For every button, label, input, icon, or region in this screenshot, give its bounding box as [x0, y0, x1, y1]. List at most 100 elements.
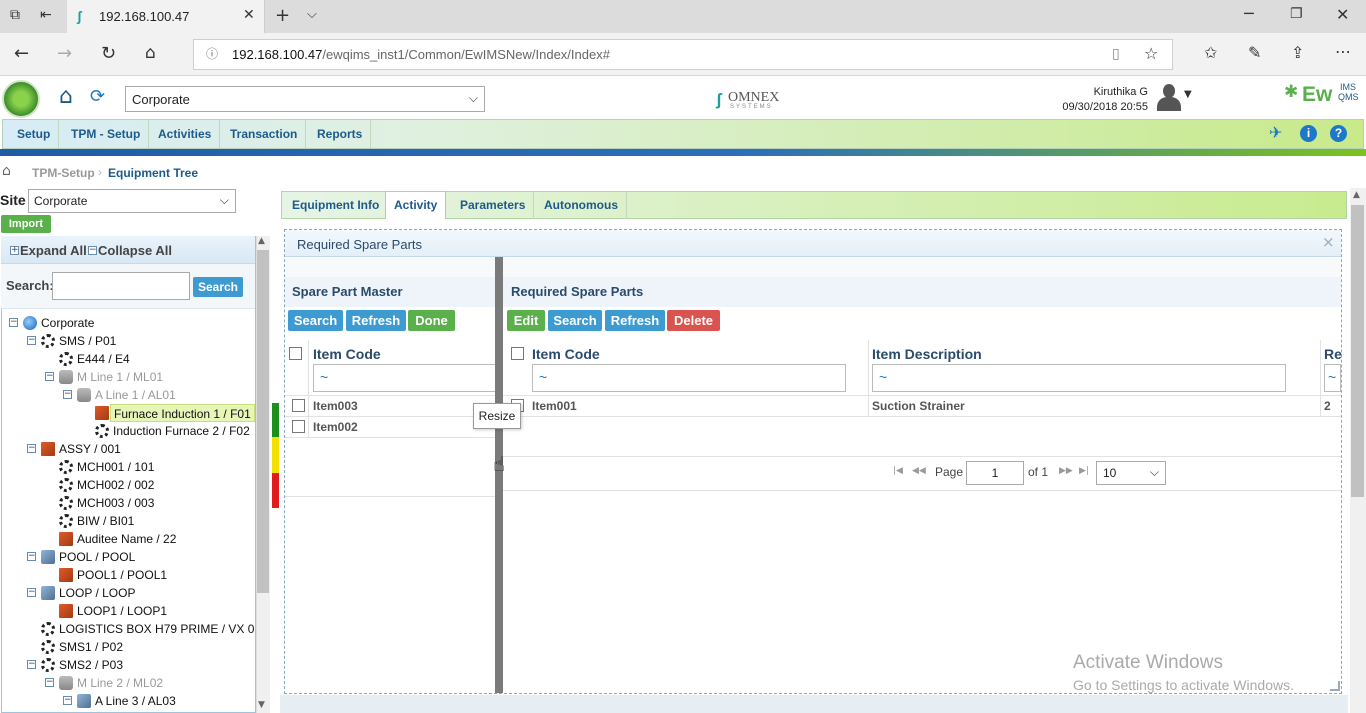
close-tab-icon[interactable]: ✕	[243, 8, 255, 22]
collapse-all-link[interactable]: Collapse All	[98, 243, 172, 258]
tree-node-label[interactable]: LOGISTICS BOX H79 PRIME / VX 01	[59, 620, 255, 638]
required-item-desc-filter[interactable]: ~	[872, 364, 1286, 392]
master-search-button[interactable]: Search	[288, 310, 343, 331]
tree-node-label[interactable]: ASSY / 001	[59, 440, 121, 458]
more-icon[interactable]: ⋯	[1335, 44, 1351, 60]
tab-list-chevron-icon[interactable]: ⌵	[307, 8, 317, 21]
set-aside-tabs-icon[interactable]: ⇤	[40, 8, 52, 22]
tree-node-label[interactable]: POOL / POOL	[59, 548, 135, 566]
tree-node-label[interactable]: MCH003 / 003	[77, 494, 154, 512]
tree-toggle-icon[interactable]: −	[63, 696, 72, 705]
tree-toggle-icon[interactable]: −	[9, 318, 18, 327]
site-select[interactable]: Corporate ⌵	[28, 189, 236, 213]
tab-equipment-info[interactable]: Equipment Info	[284, 192, 389, 219]
tree-toggle-icon[interactable]: −	[27, 444, 36, 453]
home-icon[interactable]: ⌂	[145, 45, 156, 62]
close-icon[interactable]: ×	[1322, 235, 1335, 250]
master-refresh-button[interactable]: Refresh	[346, 310, 406, 331]
tree-node-label[interactable]: A Line 3 / AL03	[95, 692, 176, 710]
tree-node-label[interactable]: Furnace Induction 1 / F01	[110, 404, 255, 422]
pager-page-input[interactable]: 1	[966, 461, 1024, 485]
master-row-checkbox[interactable]	[292, 399, 305, 412]
last-page-icon[interactable]: ▶|	[1079, 467, 1089, 476]
app-logo-icon[interactable]	[2, 80, 40, 118]
tree-node-label[interactable]: BIW / BI01	[77, 512, 134, 530]
help-icon[interactable]: ?	[1330, 125, 1347, 142]
breadcrumb-home-icon[interactable]: ⌂	[2, 164, 11, 178]
tree-toggle-icon[interactable]: −	[63, 390, 72, 399]
tree-node-label[interactable]: LOOP / LOOP	[59, 584, 135, 602]
tree-node-label[interactable]: SMS1 / P02	[59, 638, 123, 656]
tree-toggle-icon[interactable]: −	[45, 372, 54, 381]
menu-tpm-setup[interactable]: TPM - Setup	[63, 120, 150, 148]
menu-setup[interactable]: Setup	[9, 120, 60, 148]
sync-icon[interactable]: ⟳	[90, 88, 105, 106]
close-window-icon[interactable]: ✕	[1336, 7, 1349, 23]
share-icon[interactable]: ⇪	[1291, 45, 1304, 61]
prev-page-icon[interactable]: ◀◀	[912, 467, 926, 476]
required-select-all-checkbox[interactable]	[511, 347, 524, 360]
required-third-filter[interactable]: ~	[1324, 364, 1341, 392]
required-delete-button[interactable]: Delete	[667, 310, 720, 331]
restore-window-icon[interactable]: ❐	[1290, 7, 1303, 21]
menu-activities[interactable]: Activities	[150, 120, 221, 148]
scroll-down-icon[interactable]: ▼	[258, 701, 265, 710]
header-site-select[interactable]: Corporate ⌵	[125, 86, 485, 112]
tree-toggle-icon[interactable]: −	[27, 660, 36, 669]
required-refresh-button[interactable]: Refresh	[605, 310, 665, 331]
required-item-code-filter[interactable]: ~	[532, 364, 846, 392]
tab-parameters[interactable]: Parameters	[452, 192, 535, 219]
main-scroll-up-icon[interactable]: ▲	[1353, 191, 1360, 200]
tree-node-label[interactable]: SMS2 / P03	[59, 656, 123, 674]
master-row-checkbox[interactable]	[292, 420, 305, 433]
tree-node-label[interactable]: Corporate	[41, 314, 94, 332]
main-scroll-thumb[interactable]	[1351, 205, 1364, 497]
tab-autonomous[interactable]: Autonomous	[536, 192, 627, 219]
tab-activity[interactable]: Activity	[385, 191, 447, 219]
first-page-icon[interactable]: |◀	[893, 467, 903, 476]
tree-node-label[interactable]: M Line 2 / ML02	[77, 674, 163, 692]
required-edit-button[interactable]: Edit	[507, 310, 545, 331]
tree-node-label[interactable]: MCH001 / 101	[77, 458, 154, 476]
master-select-all-checkbox[interactable]	[289, 347, 302, 360]
tree-node-label[interactable]: Auditee Name / 22	[77, 530, 176, 548]
tree-node-label[interactable]: SMS / P01	[59, 332, 116, 350]
master-item-code-filter[interactable]: ~	[313, 364, 497, 392]
reading-view-icon[interactable]: ▯	[1112, 47, 1120, 61]
tree-search-input[interactable]	[52, 272, 190, 300]
forward-icon[interactable]: →	[57, 45, 72, 63]
home-app-icon[interactable]: ⌂	[59, 86, 73, 108]
expand-all-link[interactable]: Expand All	[20, 243, 87, 258]
tree-node-label[interactable]: LOOP1 / LOOP1	[77, 602, 167, 620]
master-done-button[interactable]: Done	[408, 310, 455, 331]
page-size-select[interactable]: 10 ⌵	[1096, 461, 1166, 485]
new-tab-icon[interactable]: +	[275, 7, 290, 25]
info-circle-icon[interactable]: i	[1300, 125, 1317, 142]
menu-transaction[interactable]: Transaction	[222, 120, 307, 148]
required-col-third[interactable]: Re	[1324, 346, 1342, 362]
user-menu-caret-icon[interactable]: ▼	[1184, 90, 1192, 100]
favorite-star-icon[interactable]: ☆	[1144, 46, 1158, 62]
dialog-resize-handle-icon[interactable]	[1330, 681, 1340, 691]
favorites-icon[interactable]: ✩	[1204, 45, 1217, 61]
tree-node-label[interactable]: MCH002 / 002	[77, 476, 154, 494]
master-col-item-code[interactable]: Item Code	[313, 346, 381, 362]
user-avatar-icon[interactable]	[1155, 82, 1183, 112]
back-icon[interactable]: ←	[14, 45, 29, 63]
tree-toggle-icon[interactable]: −	[27, 588, 36, 597]
required-col-item-description[interactable]: Item Description	[872, 346, 982, 362]
tab-actions-icon[interactable]: ⧉	[10, 8, 20, 22]
pin-icon[interactable]: ✈	[1269, 125, 1282, 141]
tree-toggle-icon[interactable]: −	[45, 678, 54, 687]
tree-node-label[interactable]: M Line 1 / ML01	[77, 368, 163, 386]
required-col-item-code[interactable]: Item Code	[532, 346, 600, 362]
tree-node-label[interactable]: POOL1 / POOL1	[77, 566, 167, 584]
tree-node-label[interactable]: E444 / E4	[77, 350, 130, 368]
tree-toggle-icon[interactable]: −	[27, 552, 36, 561]
scroll-up-icon[interactable]: ▲	[258, 237, 265, 246]
pen-icon[interactable]: ✎	[1248, 45, 1261, 61]
tree-node-label[interactable]: A Line 1 / AL01	[95, 386, 176, 404]
next-page-icon[interactable]: ▶▶	[1059, 467, 1073, 476]
tree-scroll-thumb[interactable]	[257, 250, 269, 593]
import-button[interactable]: Import	[1, 215, 51, 233]
